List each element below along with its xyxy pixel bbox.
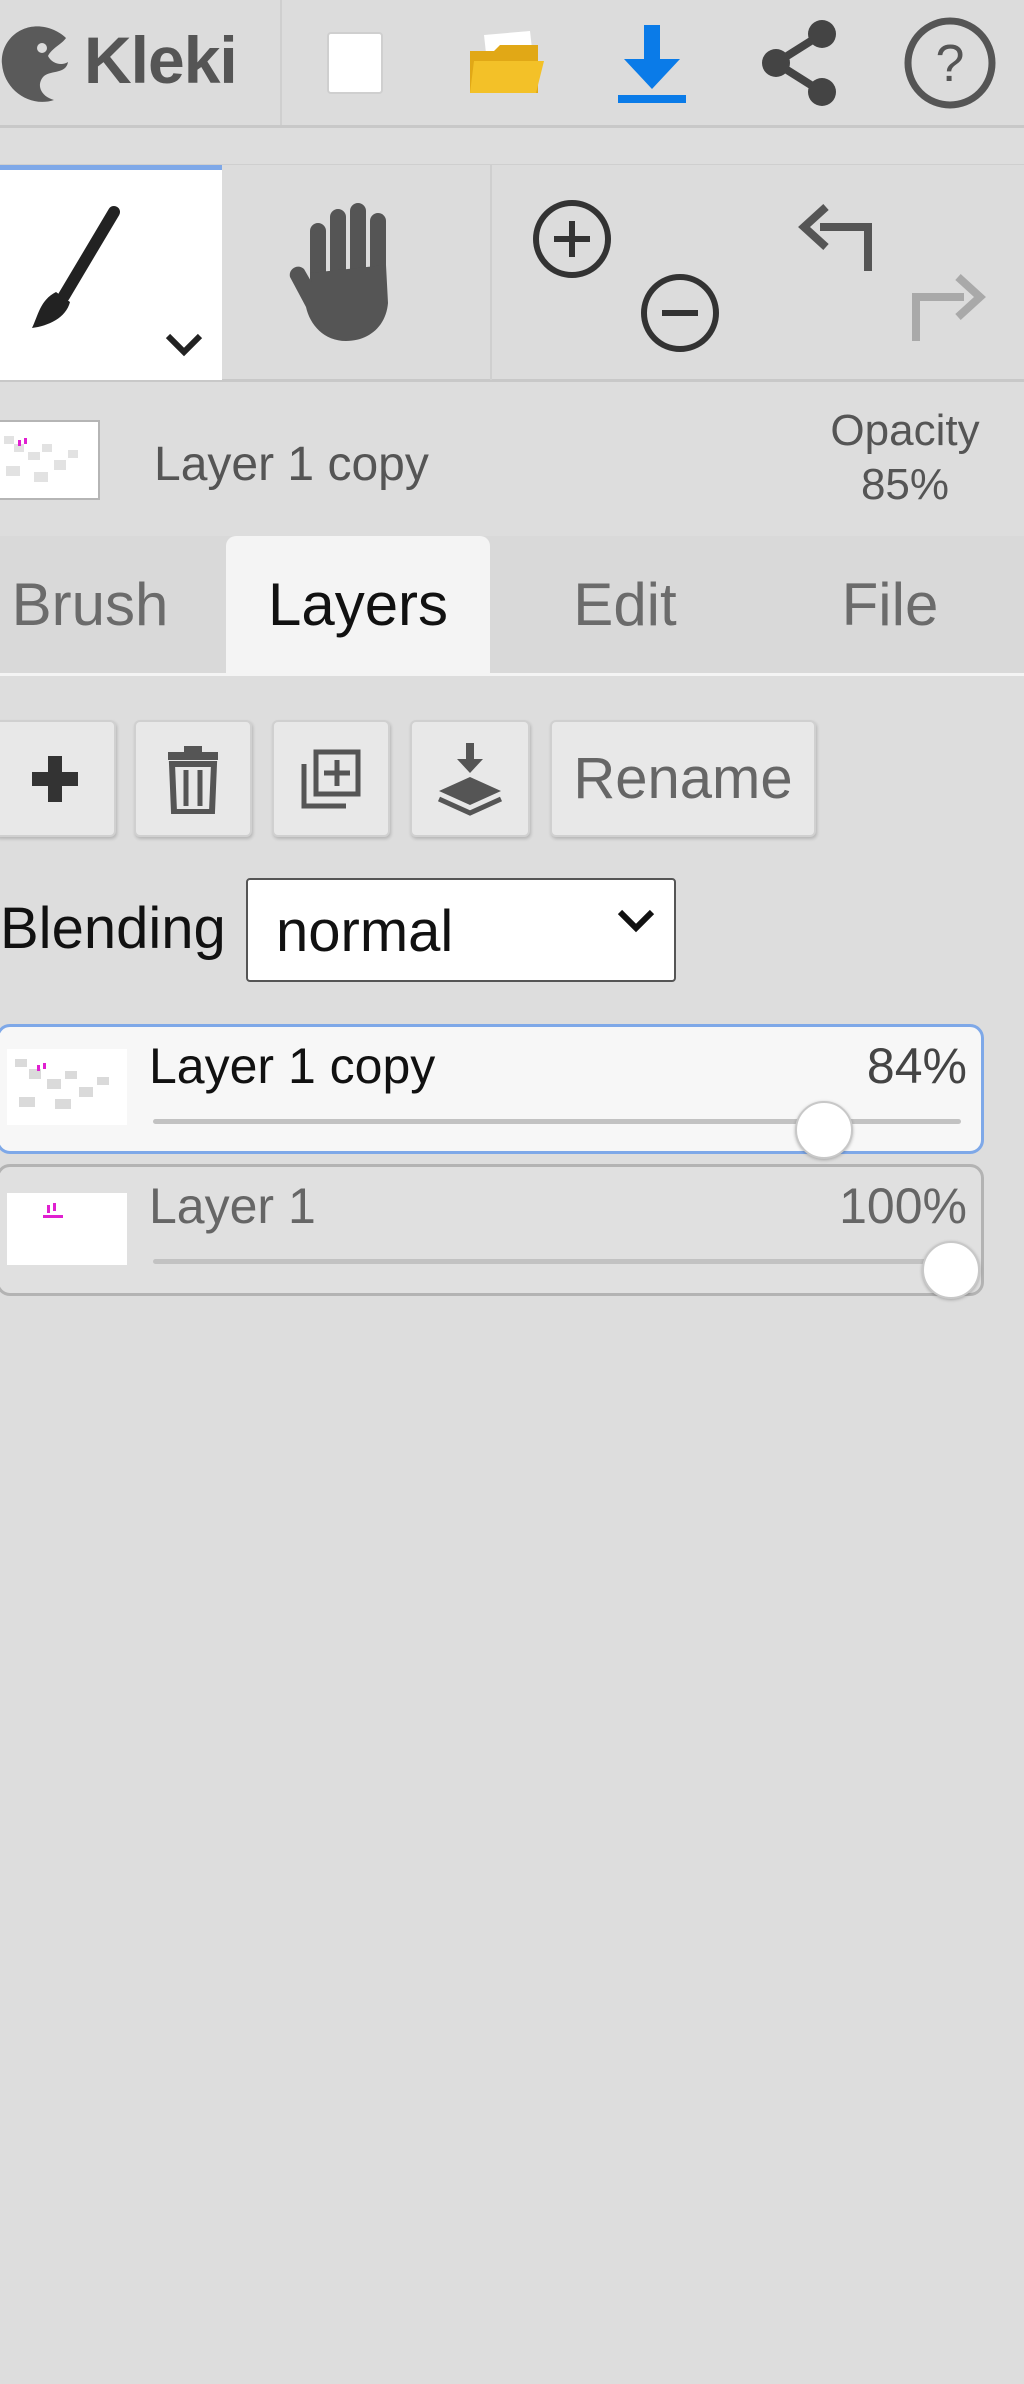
open-file-button[interactable] bbox=[446, 0, 566, 125]
new-image-button[interactable] bbox=[296, 0, 416, 125]
chevron-down-icon[interactable] bbox=[164, 330, 204, 358]
layer-item[interactable]: Layer 1 copy 84% bbox=[0, 1024, 984, 1159]
panel-tabs: Brush Layers Edit File bbox=[0, 536, 1024, 676]
delete-layer-button[interactable] bbox=[134, 720, 252, 837]
layer-name: Layer 1 copy bbox=[149, 1038, 436, 1094]
layer-opacity-slider-knob[interactable] bbox=[795, 1101, 853, 1159]
layer-opacity: 100% bbox=[839, 1178, 967, 1234]
tab-layers[interactable]: Layers bbox=[226, 536, 490, 673]
hand-icon bbox=[289, 203, 388, 341]
layer-opacity-slider-knob[interactable] bbox=[922, 1241, 980, 1299]
delete-layer-icon bbox=[168, 745, 218, 814]
kleki-logo-icon bbox=[1, 26, 68, 102]
help-button[interactable]: ? bbox=[890, 0, 1010, 125]
share-button[interactable] bbox=[740, 0, 860, 125]
blending-select[interactable]: normal bbox=[246, 878, 676, 982]
current-layer-row[interactable]: Layer 1 copy Opacity 85% bbox=[0, 382, 1024, 532]
add-layer-icon bbox=[32, 755, 78, 802]
logo: Kleki bbox=[0, 0, 282, 125]
duplicate-layer-button[interactable] bbox=[272, 720, 390, 837]
redo-button[interactable] bbox=[906, 269, 986, 349]
current-layer-opacity: Opacity 85% bbox=[800, 404, 1010, 512]
download-button[interactable] bbox=[596, 0, 708, 125]
new-image-icon bbox=[327, 31, 383, 94]
tab-file[interactable]: File bbox=[790, 536, 990, 673]
undo-button[interactable] bbox=[798, 199, 878, 279]
merge-down-button[interactable] bbox=[410, 720, 530, 837]
rename-label: Rename bbox=[573, 746, 793, 811]
app-name: Kleki bbox=[84, 23, 238, 97]
zoom-out-icon bbox=[641, 274, 719, 352]
layer-item[interactable]: Layer 1 100% bbox=[0, 1164, 984, 1299]
current-layer-name: Layer 1 copy bbox=[154, 438, 429, 491]
blending-label: Blending bbox=[0, 896, 226, 961]
opacity-value: 85% bbox=[860, 460, 950, 509]
tool-row bbox=[0, 164, 1024, 382]
tab-brush[interactable]: Brush bbox=[0, 536, 180, 673]
merge-down-icon bbox=[437, 742, 503, 816]
redo-icon bbox=[912, 274, 986, 341]
layer-opacity: 84% bbox=[866, 1038, 967, 1094]
top-bar: Kleki ? bbox=[0, 0, 1024, 128]
hand-tool-button[interactable] bbox=[222, 165, 492, 380]
chevron-down-icon bbox=[617, 909, 655, 933]
layer-thumbnail bbox=[7, 1049, 127, 1125]
download-icon bbox=[618, 24, 686, 103]
help-icon: ? bbox=[904, 17, 996, 108]
current-layer-thumbnail bbox=[0, 420, 100, 500]
layer-thumbnail bbox=[7, 1193, 127, 1265]
zoom-in-icon bbox=[533, 200, 611, 278]
blending-value: normal bbox=[276, 899, 454, 964]
undo-icon bbox=[798, 204, 872, 271]
tab-edit[interactable]: Edit bbox=[520, 536, 730, 673]
layer-name: Layer 1 bbox=[149, 1178, 316, 1234]
opacity-label: Opacity bbox=[830, 406, 980, 455]
svg-text:?: ? bbox=[936, 35, 965, 93]
zoom-out-button[interactable] bbox=[638, 271, 722, 355]
zoom-in-button[interactable] bbox=[530, 197, 614, 281]
share-icon bbox=[762, 19, 836, 106]
brush-tool-button[interactable] bbox=[0, 165, 222, 380]
brush-icon bbox=[32, 206, 120, 328]
add-layer-button[interactable] bbox=[0, 720, 116, 837]
rename-button[interactable]: Rename bbox=[550, 720, 816, 837]
layer-opacity-slider[interactable] bbox=[153, 1259, 961, 1264]
duplicate-layer-icon bbox=[301, 749, 361, 808]
open-folder-icon bbox=[470, 30, 544, 93]
